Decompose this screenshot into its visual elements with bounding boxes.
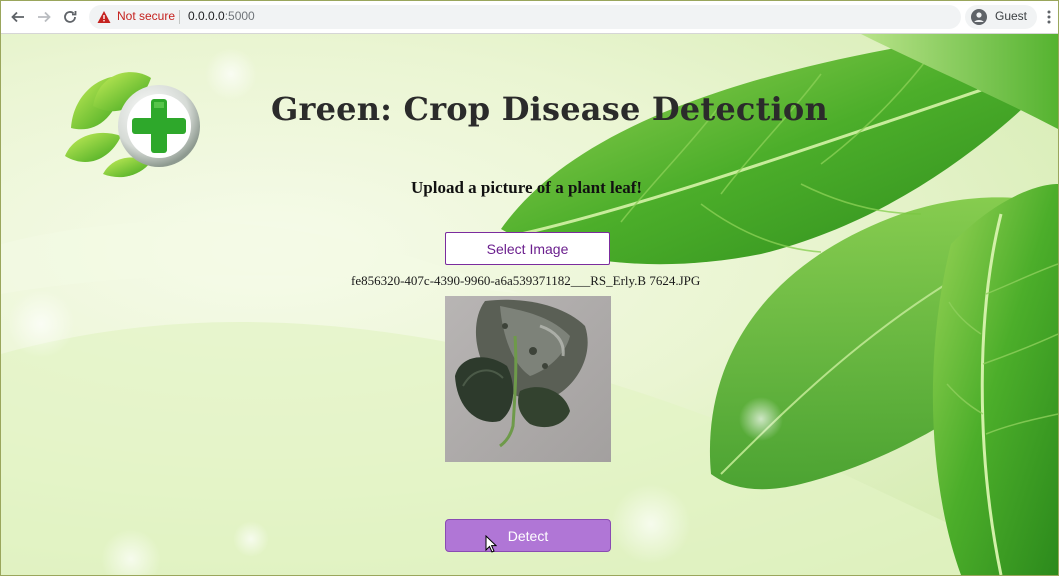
page-title: Green: Crop Disease Detection <box>271 90 828 128</box>
selected-filename: fe856320-407c-4390-9960-a6a539371182___R… <box>351 273 701 288</box>
warning-icon <box>97 11 111 23</box>
back-arrow-icon <box>11 11 24 23</box>
omnibox-divider <box>179 10 180 24</box>
reload-button[interactable] <box>60 7 80 27</box>
back-button[interactable] <box>8 7 28 27</box>
url-port: :5000 <box>224 9 255 23</box>
upload-instruction: Upload a picture of a plant leaf! <box>411 178 643 197</box>
browser-window: Not secure 0.0.0.0:5000 Guest Green: Cro… <box>0 0 1059 576</box>
diseased-leaf-image <box>445 296 611 462</box>
url-text[interactable]: 0.0.0.0:5000 <box>188 9 255 23</box>
security-status[interactable]: Not secure <box>117 9 175 23</box>
detect-button[interactable]: Detect <box>445 519 611 552</box>
kebab-menu-icon[interactable] <box>1043 8 1055 26</box>
url-host: 0.0.0.0 <box>188 9 225 23</box>
profile-avatar-icon <box>971 9 987 25</box>
mouse-cursor-icon <box>485 535 497 553</box>
address-bar[interactable]: Not secure 0.0.0.0:5000 <box>89 5 961 29</box>
reload-icon <box>64 11 77 23</box>
browser-toolbar: Not secure 0.0.0.0:5000 Guest <box>1 1 1058 34</box>
forward-arrow-icon <box>38 11 51 23</box>
leaf-plus-logo-icon <box>65 72 200 178</box>
profile-label: Guest <box>995 9 1028 23</box>
page-content: Green: Crop Disease Detection Upload a p… <box>1 34 1058 575</box>
forward-button[interactable] <box>34 7 54 27</box>
profile-button[interactable]: Guest <box>965 5 1037 29</box>
select-image-button[interactable]: Select Image <box>445 232 610 265</box>
